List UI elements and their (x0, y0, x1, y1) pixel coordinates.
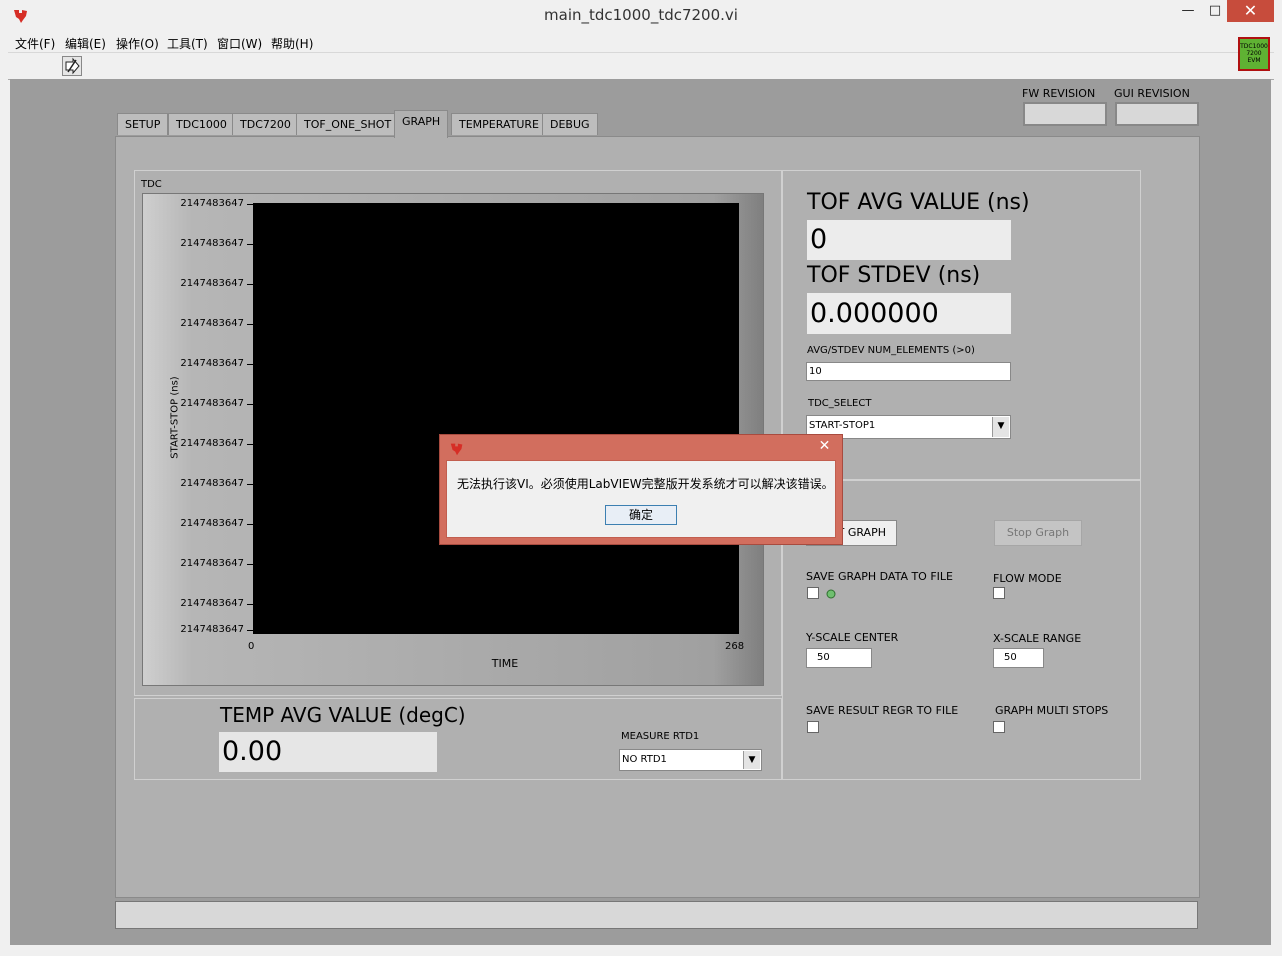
stop-graph-button[interactable]: Stop Graph (994, 520, 1082, 546)
temp-avg-label: TEMP AVG VALUE (degC) (220, 703, 466, 727)
graph-multi-stops-label: GRAPH MULTI STOPS (995, 704, 1109, 717)
y-tick-mark (247, 444, 253, 445)
minimize-button[interactable]: — (1173, 0, 1203, 22)
y-tick-label: 2147483647 (180, 198, 244, 209)
dialog-body: 无法执行该VI。必须使用LabVIEW完整版开发系统才可以解决该错误。 确定 (446, 460, 836, 538)
x-scale-range-label: X-SCALE RANGE (993, 632, 1082, 645)
menu-edit[interactable]: 编辑(E) (65, 35, 106, 52)
toolbar (8, 52, 1274, 80)
measure-rtd1-label: MEASURE RTD1 (621, 731, 700, 742)
ok-button[interactable]: 确定 (605, 505, 677, 525)
x-axis-title: TIME (491, 657, 519, 670)
y-axis-line (253, 203, 254, 634)
fw-revision-label: FW REVISION (1022, 87, 1096, 100)
tab-tof-one-shot[interactable]: TOF_ONE_SHOT (296, 113, 400, 135)
y-tick-mark (247, 244, 253, 245)
tab-setup[interactable]: SETUP (117, 113, 169, 135)
y-tick-mark (247, 524, 253, 525)
menu-window[interactable]: 窗口(W) (217, 35, 262, 52)
y-tick-label: 2147483647 (180, 318, 244, 329)
y-scale-center-label: Y-SCALE CENTER (806, 631, 899, 644)
tab-temperature[interactable]: TEMPERATURE (451, 113, 547, 135)
window-title: main_tdc1000_tdc7200.vi (544, 6, 738, 24)
evm-logo-line1: TDC1000 (1240, 43, 1268, 50)
gui-revision-indicator (1115, 102, 1199, 126)
y-tick-mark (247, 484, 253, 485)
menu-help[interactable]: 帮助(H) (271, 35, 313, 52)
measure-rtd1-select[interactable]: NO RTD1 ▼ (619, 749, 762, 771)
y-tick-mark (247, 204, 253, 205)
y-tick-mark (247, 404, 253, 405)
y-tick-label: 2147483647 (180, 238, 244, 249)
tof-avg-label: TOF AVG VALUE (ns) (807, 190, 1030, 215)
x-scale-range-input[interactable]: 50 (993, 648, 1044, 668)
flow-mode-checkbox[interactable] (993, 587, 1005, 599)
y-tick-mark (247, 564, 253, 565)
y-tick-mark (247, 604, 253, 605)
menu-file[interactable]: 文件(F) (15, 35, 55, 52)
tdc-select-label: TDC_SELECT (808, 398, 872, 409)
y-tick-mark (247, 324, 253, 325)
y-scale-center-input[interactable]: 50 (806, 648, 872, 668)
graph-label: TDC (141, 179, 162, 190)
status-bar (115, 901, 1198, 929)
y-tick-label: 2147483647 (180, 518, 244, 529)
tab-graph[interactable]: GRAPH (394, 110, 449, 138)
evm-logo-line3: EVM (1247, 57, 1261, 64)
tab-tdc7200[interactable]: TDC7200 (232, 113, 299, 135)
menu-bar: 文件(F) 编辑(E) 操作(O) 工具(T) 窗口(W) 帮助(H) (8, 32, 1274, 52)
x-axis-min[interactable]: 0 (248, 641, 254, 652)
led-indicator-icon (826, 589, 836, 599)
x-axis-line (253, 633, 739, 634)
tdc-select-value: START-STOP1 (809, 420, 876, 431)
y-tick-label: 2147483647 (180, 624, 244, 635)
num-elements-label: AVG/STDEV NUM_ELEMENTS (>0) (807, 345, 975, 356)
evm-logo-line2: 7200 (1246, 50, 1262, 57)
graph-multi-stops-checkbox[interactable] (993, 721, 1005, 733)
num-elements-input[interactable]: 10 (806, 362, 1011, 381)
tab-debug[interactable]: DEBUG (542, 113, 598, 135)
maximize-button[interactable]: □ (1200, 0, 1230, 22)
y-tick-mark (247, 284, 253, 285)
dialog-close-button[interactable]: ✕ (811, 436, 838, 456)
save-graph-label: SAVE GRAPH DATA TO FILE (806, 570, 953, 583)
y-tick-mark (247, 630, 253, 631)
menu-operate[interactable]: 操作(O) (116, 35, 159, 52)
chevron-down-icon[interactable]: ▼ (743, 751, 760, 769)
flow-mode-label: FLOW MODE (993, 572, 1062, 585)
y-tick-label: 2147483647 (180, 278, 244, 289)
tof-avg-value: 0 (807, 220, 1011, 260)
y-tick-label: 2147483647 (180, 598, 244, 609)
plot-area[interactable] (254, 203, 739, 633)
y-axis-title: START-STOP (ns) (169, 376, 181, 459)
temp-avg-value: 0.00 (219, 732, 437, 772)
chevron-down-icon[interactable]: ▼ (992, 417, 1009, 437)
measure-rtd1-value: NO RTD1 (622, 754, 667, 765)
gui-revision-label: GUI REVISION (1114, 87, 1190, 100)
tof-stdev-value: 0.000000 (807, 293, 1011, 334)
evm-logo: TDC1000 7200 EVM (1238, 37, 1270, 71)
ti-logo-icon (450, 443, 463, 456)
save-result-label: SAVE RESULT REGR TO FILE (806, 704, 959, 717)
close-button[interactable]: ✕ (1227, 0, 1274, 22)
error-dialog: ✕ 无法执行该VI。必须使用LabVIEW完整版开发系统才可以解决该错误。 确定 (439, 434, 843, 545)
menu-tools[interactable]: 工具(T) (167, 35, 208, 52)
dialog-message: 无法执行该VI。必须使用LabVIEW完整版开发系统才可以解决该错误。 (457, 477, 834, 491)
run-arrow-icon[interactable] (62, 56, 82, 76)
save-result-checkbox[interactable] (807, 721, 819, 733)
fw-revision-indicator (1023, 102, 1107, 126)
y-tick-mark (247, 364, 253, 365)
tof-stdev-label: TOF STDEV (ns) (807, 263, 981, 288)
save-graph-checkbox[interactable] (807, 587, 819, 599)
x-axis-max[interactable]: 268 (725, 641, 744, 652)
tab-tdc1000[interactable]: TDC1000 (168, 113, 235, 135)
y-tick-label: 2147483647 (180, 558, 244, 569)
